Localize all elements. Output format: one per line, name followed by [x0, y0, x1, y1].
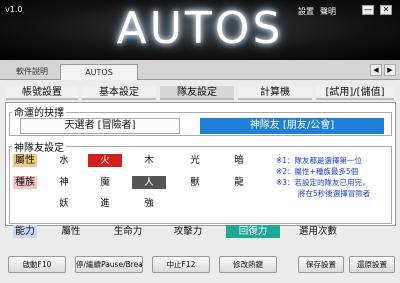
race-dragon[interactable]: 龍	[224, 176, 254, 189]
tab-basic-settings[interactable]: 基本設定	[82, 86, 156, 100]
attribute-dark[interactable]: 暗	[224, 154, 254, 167]
tab-software-info[interactable]: 軟件說明	[10, 64, 54, 80]
attribute-label: 屬性	[13, 154, 37, 167]
pause-button[interactable]: 停/繼續Pause/Break	[75, 256, 143, 273]
attribute-water[interactable]: 水	[50, 154, 78, 167]
ability-label: 能力	[13, 225, 37, 238]
ability-hp[interactable]: 生命力	[102, 225, 154, 238]
ability-attack[interactable]: 攻擊力	[162, 225, 214, 238]
race-evolve[interactable]: 進	[88, 197, 122, 210]
tab-prev-icon[interactable]: ◀	[370, 64, 382, 76]
tab-autos[interactable]: AUTOS	[60, 64, 138, 80]
version-label: v1.0	[5, 5, 23, 14]
settings-link[interactable]: 設置	[298, 6, 314, 17]
race-demon[interactable]: 魔	[88, 176, 122, 189]
choice-group-title: 命運的抉擇	[12, 104, 66, 119]
tab-next-icon[interactable]: ▶	[384, 64, 396, 76]
race-god[interactable]: 神	[50, 176, 78, 189]
note-4: 將在5秒後選擇冒險者	[298, 189, 371, 198]
ability-attribute[interactable]: 屬性	[50, 225, 92, 238]
app-logo: AUTOS	[116, 3, 284, 54]
save-settings-button[interactable]: 保存設置	[298, 256, 344, 273]
note-1: ※1：隊友都是選擇第一位	[276, 156, 363, 165]
attribute-light[interactable]: 光	[180, 154, 210, 167]
attribute-fire[interactable]: 火	[88, 154, 122, 167]
option-teammate[interactable]: 神隊友 [朋友/公會]	[200, 118, 384, 134]
help-link[interactable]: 聲明	[320, 6, 336, 17]
restore-settings-button[interactable]: 還原設置	[349, 256, 395, 273]
minimize-icon[interactable]: —	[362, 5, 374, 15]
tab-teammate-settings[interactable]: 隊友設定	[160, 86, 234, 100]
stop-button[interactable]: 中止F12	[152, 256, 210, 273]
use-count-label: 選用次數	[298, 226, 337, 237]
race-human[interactable]: 人	[132, 176, 166, 189]
race-beast[interactable]: 獸	[180, 176, 210, 189]
tab-calculator[interactable]: 計算機	[238, 86, 312, 100]
note-3: ※3：若設定的隊友已用完，	[276, 178, 370, 187]
ability-recovery[interactable]: 回復力	[226, 225, 280, 238]
close-icon[interactable]: ✕	[380, 5, 392, 15]
edit-hotkey-button[interactable]: 修改熱鍵	[219, 256, 277, 273]
race-label: 種族	[13, 176, 37, 189]
tab-trial-recharge[interactable]: [試用]/[儲值]	[316, 86, 394, 100]
note-2: ※2：屬性+種族最多5個	[276, 167, 359, 176]
attribute-wood[interactable]: 木	[134, 154, 164, 167]
race-elf[interactable]: 妖	[50, 197, 78, 210]
race-enhance[interactable]: 強	[134, 197, 164, 210]
teammate-group-title: 神隊友設定	[12, 139, 66, 154]
option-adventurer[interactable]: 天選者 [冒險者]	[20, 118, 180, 134]
tab-account-settings[interactable]: 帳號設置	[6, 86, 78, 100]
start-button[interactable]: 啟動F10	[8, 256, 66, 273]
